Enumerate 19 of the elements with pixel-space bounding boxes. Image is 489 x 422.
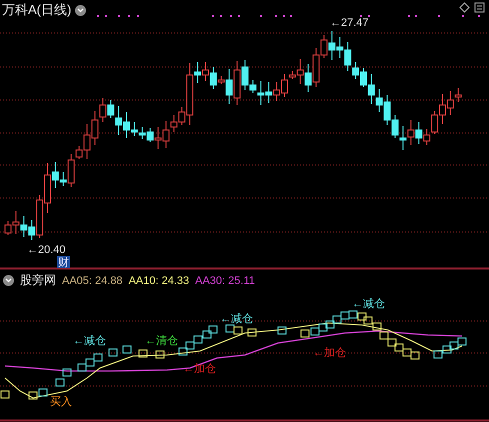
signal-label: ←加仓 [183,363,216,375]
window-icon[interactable] [474,2,485,13]
price-label: ←27.47 [330,17,369,29]
indicator-value: AA30: 25.11 [195,274,255,286]
info-badge[interactable]: 财 [57,256,70,269]
diamond-icon[interactable] [459,2,470,13]
dropdown-icon[interactable] [3,275,14,286]
signal-label: ←清仓 [145,335,178,347]
indicator-value: AA10: 24.33 [128,274,190,286]
signal-label: ←减仓 [352,298,385,310]
signal-label: ←加仓 [313,347,346,359]
signal-label: 买入 [50,396,72,408]
price-label: ←20.40 [27,244,66,256]
signal-label: ←减仓 [73,335,106,347]
stock-title: 万科A(日线) [2,1,72,19]
indicator-value: AA05: 24.88 [62,274,123,286]
signal-label: ←减仓 [220,313,253,325]
dropdown-icon[interactable] [75,4,86,16]
indicator-name: 股旁网 [20,272,56,289]
